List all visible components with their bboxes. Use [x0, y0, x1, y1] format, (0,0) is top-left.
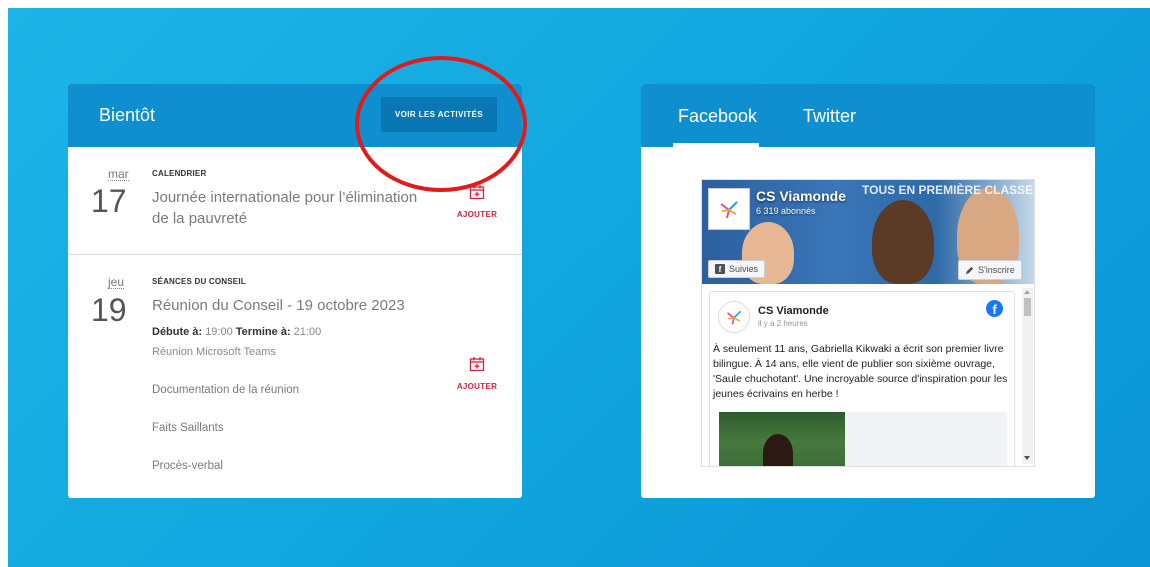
- facebook-icon[interactable]: f: [986, 300, 1003, 317]
- meeting-documentation-link[interactable]: Documentation de la réunion: [152, 384, 299, 396]
- end-label: Termine à:: [235, 326, 291, 338]
- pencil-icon: [965, 266, 974, 274]
- add-to-calendar-button[interactable]: AJOUTER: [447, 356, 507, 394]
- feed-scrollbar[interactable]: [1022, 288, 1033, 464]
- card-title: Bientôt: [99, 105, 156, 125]
- facebook-page-widget: TOUS EN PREMIÈRE CLASSE CS Viamonde 6 31…: [701, 179, 1035, 467]
- post-image-placeholder: [845, 412, 1007, 466]
- followed-button[interactable]: f Suivies: [708, 260, 766, 278]
- social-card: Facebook Twitter TOUS EN PREMIÈRE CLASSE…: [641, 84, 1095, 498]
- viamonde-logo-icon: [726, 310, 742, 325]
- post-author[interactable]: CS Viamonde: [758, 305, 829, 317]
- calendar-add-icon: [469, 357, 485, 372]
- page-name[interactable]: CS Viamonde: [756, 188, 846, 204]
- minutes-link[interactable]: Procès-verbal: [152, 460, 223, 472]
- scroll-up-arrow-icon[interactable]: [1024, 290, 1030, 294]
- event-day-of-week: mar: [108, 167, 129, 181]
- start-time: 19:00: [205, 326, 233, 338]
- active-tab-indicator: [673, 143, 759, 147]
- event-item: jeu 19 SÉANCES DU CONSEIL Réunion du Con…: [68, 256, 522, 498]
- scroll-thumb[interactable]: [1024, 298, 1031, 316]
- page-logo[interactable]: [708, 188, 750, 230]
- card-header: Bientôt VOIR LES ACTIVITÉS: [68, 84, 522, 147]
- view-activities-button[interactable]: VOIR LES ACTIVITÉS: [381, 97, 497, 132]
- cover-slogan: TOUS EN PREMIÈRE CLASSE: [862, 183, 1034, 197]
- subscribe-button[interactable]: S'inscrire: [958, 260, 1022, 280]
- end-time: 21:00: [293, 326, 322, 338]
- tab-twitter[interactable]: Twitter: [803, 106, 856, 127]
- add-label: AJOUTER: [456, 210, 498, 219]
- scroll-down-arrow-icon[interactable]: [1024, 456, 1030, 460]
- start-label: Débute à:: [152, 326, 203, 338]
- post-image-person: [763, 434, 793, 466]
- event-location: Réunion Microsoft Teams: [152, 346, 276, 358]
- post-timestamp[interactable]: il y a 2 heures: [758, 319, 808, 328]
- event-day-of-week: jeu: [108, 275, 125, 289]
- event-title[interactable]: Journée internationale pour l’éliminatio…: [152, 187, 427, 229]
- upcoming-events-card: Bientôt VOIR LES ACTIVITÉS mar 17 CALEND…: [68, 84, 522, 498]
- viamonde-logo-icon: [720, 201, 738, 219]
- event-category: CALENDRIER: [152, 169, 207, 178]
- add-label: AJOUTER: [456, 382, 498, 391]
- card-header: Facebook Twitter: [641, 84, 1095, 147]
- subscribe-label: S'inscrire: [978, 265, 1015, 275]
- event-title[interactable]: Réunion du Conseil - 19 octobre 2023: [152, 295, 452, 316]
- facebook-icon: f: [715, 264, 725, 274]
- tab-facebook[interactable]: Facebook: [678, 106, 757, 127]
- followed-label: Suivies: [729, 264, 759, 274]
- add-to-calendar-button[interactable]: AJOUTER: [447, 184, 507, 222]
- cover-person: [872, 200, 934, 284]
- calendar-add-icon: [469, 185, 485, 200]
- facebook-post: CS Viamonde il y a 2 heures f À seulemen…: [709, 291, 1015, 466]
- event-day-number: 19: [91, 292, 127, 328]
- post-feed[interactable]: CS Viamonde il y a 2 heures f À seulemen…: [702, 284, 1034, 466]
- post-image[interactable]: [719, 412, 845, 466]
- follower-count: 6 319 abonnés: [756, 206, 816, 216]
- post-text: À seulement 11 ans, Gabriella Kikwaki a …: [713, 343, 1008, 400]
- avatar[interactable]: [718, 301, 750, 333]
- event-category: SÉANCES DU CONSEIL: [152, 277, 246, 286]
- event-times: Débute à: 19:00 Termine à: 21:00: [152, 326, 321, 338]
- cover-photo: TOUS EN PREMIÈRE CLASSE CS Viamonde 6 31…: [702, 180, 1034, 284]
- event-item: mar 17 CALENDRIER Journée internationale…: [68, 147, 522, 255]
- highlights-link[interactable]: Faits Saillants: [152, 422, 224, 434]
- event-day-number: 17: [91, 183, 127, 219]
